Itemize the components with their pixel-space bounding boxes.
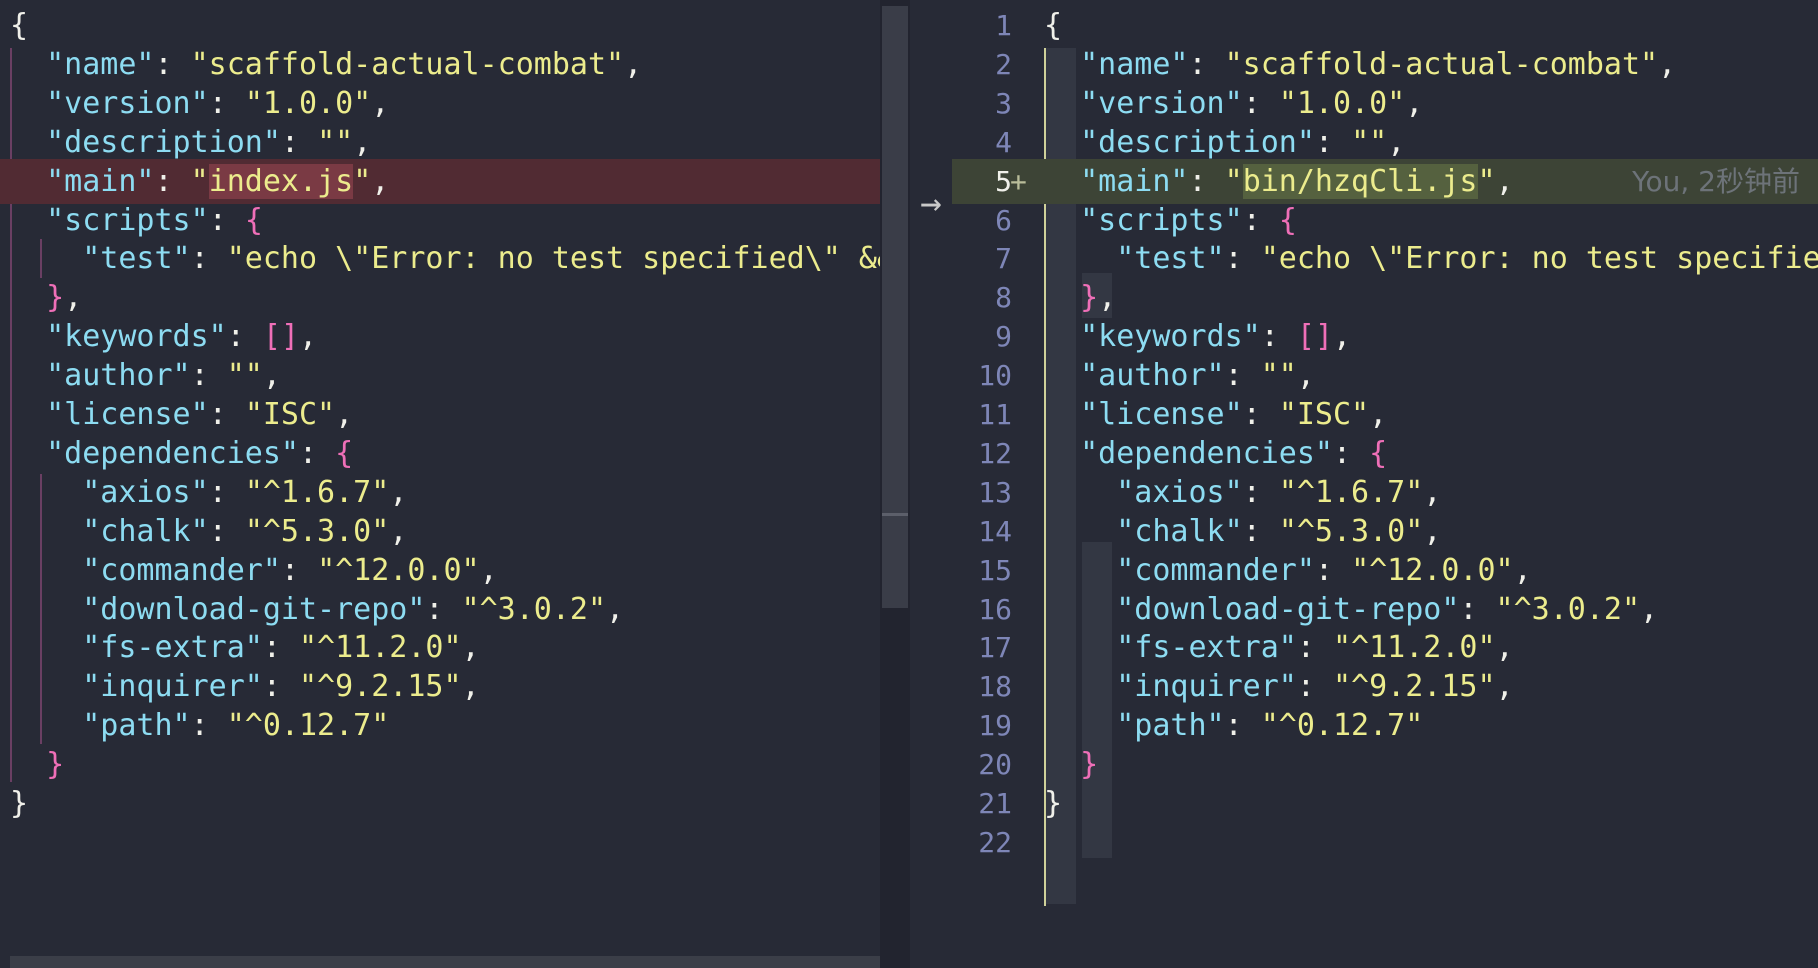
original-editor-pane[interactable]: { "name": "scaffold-actual-combat", "ver…	[0, 0, 880, 968]
scrollbar-change-mark	[882, 513, 908, 516]
code-line: 22	[952, 820, 1818, 865]
revert-change-arrow-icon[interactable]: →	[912, 180, 950, 228]
code-line: }	[0, 781, 880, 826]
code-text: }	[10, 786, 29, 821]
scrollbar-thumb[interactable]	[882, 6, 908, 608]
line-number: 22	[978, 825, 1012, 859]
horizontal-scrollbar[interactable]	[10, 956, 880, 968]
vertical-scrollbar[interactable]	[880, 0, 910, 968]
modified-editor-pane[interactable]: 1{2 "name": "scaffold-actual-combat", 3 "…	[952, 0, 1818, 968]
